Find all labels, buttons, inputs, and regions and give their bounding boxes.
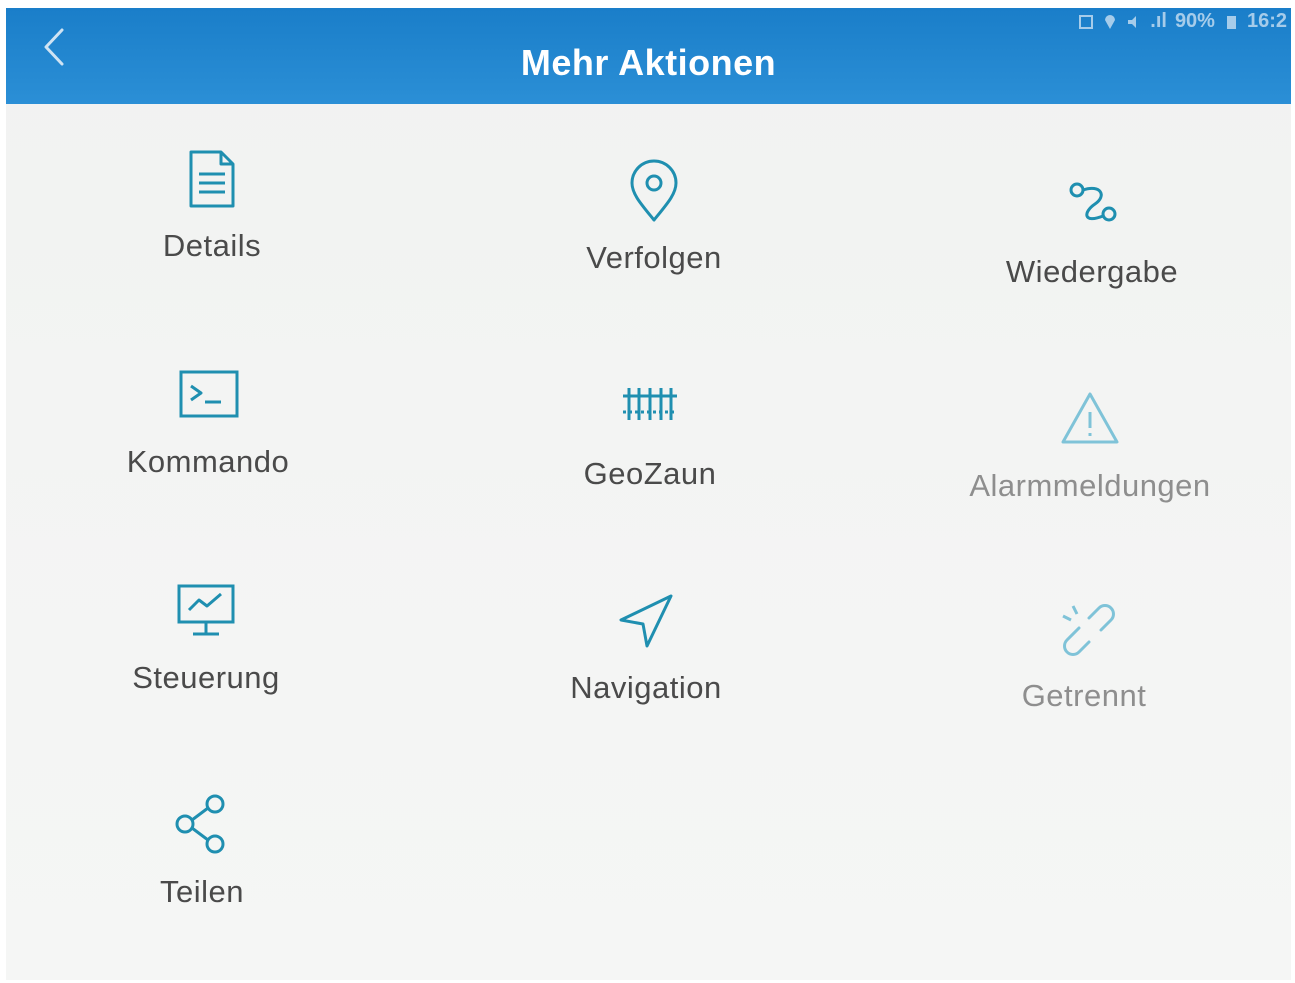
action-label: Steuerung	[132, 660, 280, 695]
signal-strength: .ıl	[1150, 9, 1167, 32]
document-icon	[177, 144, 247, 214]
action-alarmmeldungen[interactable]: Alarmmeldungen	[900, 384, 1280, 554]
action-geozaun[interactable]: GeoZaun	[460, 372, 840, 542]
action-navigation[interactable]: Navigation	[456, 586, 836, 756]
fence-icon	[615, 372, 685, 442]
action-label: Alarmmeldungen	[969, 468, 1211, 503]
route-icon	[1057, 170, 1127, 240]
mute-icon	[1126, 13, 1142, 29]
action-label: Verfolgen	[586, 240, 722, 275]
action-label: Navigation	[570, 670, 722, 705]
battery-level: 90%	[1174, 9, 1215, 32]
navigation-arrow-icon	[611, 586, 681, 656]
screen: Mehr Aktionen .ıl 90% 16:2 Details Verfo…	[6, 8, 1291, 980]
page-title: Mehr Aktionen	[520, 42, 777, 83]
action-getrennt[interactable]: Getrennt	[894, 594, 1274, 764]
action-label: Wiedergabe	[1005, 254, 1179, 289]
status-bar: .ıl 90% 16:2	[1078, 8, 1287, 34]
action-label: Teilen	[160, 874, 244, 909]
action-verfolgen[interactable]: Verfolgen	[464, 156, 844, 326]
action-label: GeoZaun	[583, 456, 717, 491]
broken-link-icon	[1049, 594, 1119, 664]
action-label: Details	[162, 228, 262, 263]
action-kommando[interactable]: Kommando	[18, 360, 398, 530]
action-steuerung[interactable]: Steuerung	[16, 576, 396, 746]
warning-icon	[1055, 384, 1125, 454]
location-status-icon	[1102, 13, 1118, 29]
action-details[interactable]: Details	[22, 144, 402, 314]
monitor-icon	[171, 576, 241, 646]
action-label: Getrennt	[1021, 678, 1147, 713]
share-icon	[167, 790, 237, 860]
actions-grid: Details Verfolgen Wiedergabe Kommando Ge…	[6, 104, 1291, 980]
action-wiedergabe[interactable]: Wiedergabe	[902, 170, 1282, 340]
action-teilen[interactable]: Teilen	[12, 790, 392, 960]
terminal-icon	[173, 360, 243, 430]
location-pin-icon	[619, 156, 689, 226]
action-label: Kommando	[126, 444, 290, 479]
clock: 16:2	[1246, 9, 1287, 32]
app-bar: Mehr Aktionen .ıl 90% 16:2	[6, 8, 1291, 104]
notification-icon	[1078, 13, 1094, 29]
battery-icon	[1223, 13, 1239, 29]
